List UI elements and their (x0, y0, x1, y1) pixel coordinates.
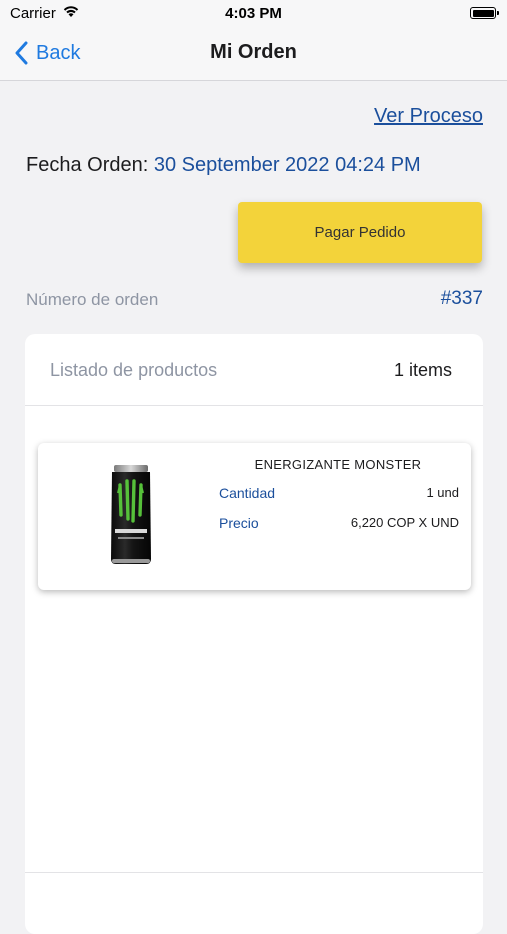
order-date-label: Fecha Orden: (26, 154, 149, 176)
status-bar: Carrier 4:03 PM (0, 0, 507, 28)
product-name: ENERGIZANTE MONSTER (254, 457, 422, 472)
view-process-link[interactable]: Ver Proceso (374, 105, 483, 128)
navigation-bar: Back Mi Orden (0, 28, 507, 81)
products-title: Listado de productos (50, 360, 218, 380)
price-value: 6,220 COP X UND (350, 515, 459, 530)
order-number-label: Número de orden (26, 290, 159, 309)
quantity-value: 1 und (426, 485, 459, 500)
quantity-label: Cantidad (219, 485, 276, 501)
pay-order-button[interactable]: Pagar Pedido (238, 202, 482, 263)
battery-icon (470, 7, 499, 19)
products-header: Listado de productos 1 items (25, 334, 483, 406)
product-card[interactable]: ENERGIZANTE MONSTER Cantidad 1 und Preci… (38, 443, 471, 590)
products-panel: Listado de productos 1 items ENERGIZANTE… (25, 334, 483, 934)
monster-energy-can-image (108, 463, 154, 572)
page-title: Mi Orden (210, 41, 297, 63)
status-time: 4:03 PM (225, 5, 282, 22)
order-date-row: Fecha Orden: 30 September 2022 04:24 PM (26, 154, 421, 177)
price-label: Precio (219, 515, 259, 531)
order-date-value: 30 September 2022 04:24 PM (153, 154, 421, 176)
panel-divider (25, 872, 483, 873)
order-number-value: #337 (440, 288, 483, 309)
products-count: 1 items (393, 360, 452, 380)
